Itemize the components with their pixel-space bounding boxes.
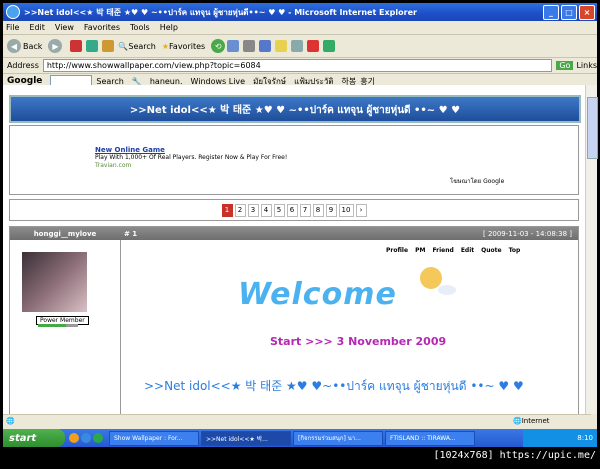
ad-domain[interactable]: Travian.com (95, 162, 131, 169)
start-date-text: Start >>> 3 November 2009 (270, 335, 447, 348)
topic-banner: >>Net idol<<★ 박 태준 ★♥ ♥ ~••ปาร์ค แทจุน ผ… (9, 95, 581, 123)
minimize-button[interactable]: _ (543, 4, 559, 20)
history-icon[interactable]: ⟲ (211, 39, 226, 53)
back-button[interactable]: ◀ Back (7, 39, 42, 53)
page-link[interactable]: 2 (234, 203, 246, 217)
menu-file[interactable]: File (6, 23, 19, 32)
title-bar: >>Net idol<<★ 박 태준 ★♥ ♥ ~••ปาร์ค แทจุน ผ… (3, 3, 597, 21)
pm-button[interactable]: PM (415, 247, 425, 254)
vertical-scrollbar[interactable] (585, 85, 598, 414)
next-page-button[interactable]: › (355, 203, 367, 217)
forward-arrow-icon: ▶ (48, 39, 63, 53)
globe-icon: 🌐 (513, 417, 522, 425)
ad-description: Play With 1,000+ Of Real Players. Regist… (95, 154, 288, 161)
window-title: >>Net idol<<★ 박 태준 ★♥ ♥ ~••ปาร์ค แทจุน ผ… (24, 7, 417, 17)
back-arrow-icon: ◀ (7, 39, 21, 53)
menu-bar: File Edit View Favorites Tools Help (3, 21, 597, 35)
note-icon[interactable] (275, 40, 288, 52)
google-ad: New Online Game Play With 1,000+ Of Real… (9, 125, 579, 195)
ad-title-link[interactable]: New Online Game (95, 146, 165, 154)
search-icon: 🔍 (118, 41, 129, 51)
start-button[interactable]: start (3, 429, 65, 447)
taskbar: start Show Wallpaper : For... >>Net idol… (3, 429, 597, 447)
clock[interactable]: 8:10 (577, 434, 593, 442)
page-link[interactable]: 1 (221, 203, 233, 217)
top-button[interactable]: Top (509, 247, 521, 254)
mail-icon[interactable] (227, 40, 240, 52)
ie-icon[interactable] (81, 433, 91, 443)
page-link[interactable]: 6 (286, 203, 298, 217)
angel-icon (420, 267, 442, 289)
post-username[interactable]: honggi__mylove (10, 230, 120, 238)
page-icon: 🌐 (6, 417, 15, 425)
task-button[interactable]: >>Net idol<<★ 박... (201, 430, 291, 446)
page-link[interactable]: 10 (338, 203, 354, 217)
address-bar: Address http://www.showwallpaper.com/vie… (3, 58, 597, 74)
security-zone: 🌐 Internet (513, 417, 550, 425)
stop-icon[interactable] (70, 40, 83, 52)
page-link[interactable]: 4 (260, 203, 272, 217)
post-actions: Profile PM Friend Edit Quote Top (386, 247, 527, 254)
page-link[interactable]: 5 (273, 203, 285, 217)
forum-post: honggi__mylove # 1 [ 2009-11-03 - 14:08:… (9, 226, 579, 414)
post-header: honggi__mylove # 1 [ 2009-11-03 - 14:08:… (10, 227, 578, 240)
page-link[interactable]: 8 (312, 203, 324, 217)
edit-icon[interactable] (259, 40, 272, 52)
search-button[interactable]: 🔍 Search (118, 42, 155, 51)
pagination: 1 2 3 4 5 6 7 8 9 10 › (9, 199, 579, 221)
print-icon[interactable] (243, 40, 256, 52)
address-input[interactable]: http://www.showwallpaper.com/view.php?to… (42, 59, 553, 72)
cloud-icon (438, 285, 456, 295)
page-link[interactable]: 9 (325, 203, 337, 217)
refresh-icon[interactable] (86, 40, 99, 52)
home-icon[interactable] (102, 40, 115, 52)
messenger-icon[interactable] (307, 40, 320, 52)
go-button[interactable]: Go (556, 61, 574, 70)
menu-help[interactable]: Help (160, 23, 178, 32)
page-link[interactable]: 7 (299, 203, 311, 217)
page-content: >>Net idol<<★ 박 태준 ★♥ ♥ ~••ปาร์ค แทจุน ผ… (3, 85, 591, 414)
avatar (22, 252, 87, 312)
system-tray: 8:10 (523, 429, 597, 447)
quote-button[interactable]: Quote (481, 247, 501, 254)
address-label: Address (7, 61, 39, 70)
firefox-icon[interactable] (69, 433, 79, 443)
post-number: # 1 (124, 229, 138, 238)
watermark: [1024x768] https://upic.me/ (433, 450, 596, 461)
star-icon: ★ (161, 41, 170, 51)
discuss-icon[interactable] (291, 40, 304, 52)
toolbar: ◀ Back ▶ 🔍 Search ★ Favorites ⟲ (3, 35, 597, 58)
forward-button[interactable]: ▶ (48, 39, 64, 53)
close-button[interactable]: × (579, 4, 595, 20)
post-title-text: >>Net idol<<★ 박 태준 ★♥ ♥~••ปาร์ค แทจุน ผู… (144, 379, 524, 393)
ad-attribution[interactable]: โฆษณาโดย Google (450, 176, 504, 186)
rank-bar (38, 324, 78, 327)
profile-button[interactable]: Profile (386, 247, 408, 254)
task-button[interactable]: [กิจกรรมร่วมสนุก] นา... (293, 430, 383, 446)
maximize-button[interactable]: □ (561, 4, 577, 20)
menu-view[interactable]: View (55, 23, 74, 32)
menu-tools[interactable]: Tools (130, 23, 150, 32)
status-bar: 🌐 🌐 Internet (3, 414, 591, 427)
task-button[interactable]: Show Wallpaper : For... (109, 430, 199, 446)
links-label[interactable]: Links (576, 61, 597, 70)
post-date: [ 2009-11-03 - 14:08:38 ] (482, 229, 572, 238)
friend-button[interactable]: Friend (432, 247, 453, 254)
task-button[interactable]: FTISLAND :: TIRAWA... (385, 430, 475, 446)
scrollbar-thumb[interactable] (587, 97, 598, 159)
post-author-panel: Power Member (10, 240, 121, 414)
welcome-graphic: Welcome (238, 277, 397, 312)
menu-favorites[interactable]: Favorites (84, 23, 120, 32)
favorites-button[interactable]: ★ Favorites (162, 42, 205, 51)
ie-icon (6, 5, 20, 19)
quick-launch (69, 433, 105, 443)
msn-icon[interactable] (323, 40, 336, 52)
page-link[interactable]: 3 (247, 203, 259, 217)
messenger-icon[interactable] (93, 433, 103, 443)
menu-edit[interactable]: Edit (29, 23, 45, 32)
edit-button[interactable]: Edit (461, 247, 474, 254)
